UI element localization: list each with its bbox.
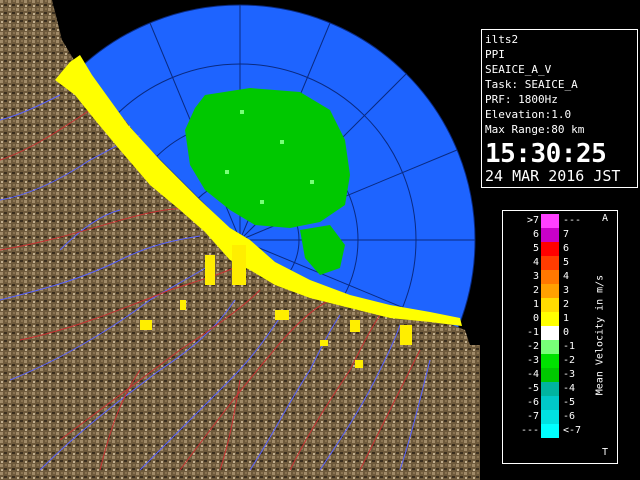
legend-row-lower-label: 5 xyxy=(532,243,539,254)
legend-color-swatch xyxy=(541,396,559,410)
legend-row-lower-label: 6 xyxy=(532,229,539,240)
legend-row: 56 xyxy=(503,242,617,256)
legend-row-lower-label: 1 xyxy=(532,299,539,310)
legend-row: --- <-7 xyxy=(503,424,617,438)
radar-ppi-display xyxy=(0,0,480,480)
legend-color-swatch xyxy=(541,242,559,256)
info-time: 15:30:25 xyxy=(485,139,607,169)
info-prf: PRF: 1800Hz xyxy=(485,93,558,106)
legend-color-swatch xyxy=(541,256,559,270)
legend-color-swatch xyxy=(541,326,559,340)
legend-row-upper-label: -4 xyxy=(563,383,576,394)
legend-row-upper-label: -5 xyxy=(563,397,576,408)
legend-row-lower-label: -5 xyxy=(526,383,539,394)
legend-row-lower-label: 0 xyxy=(532,313,539,324)
info-max-range: Max Range:80 km xyxy=(485,123,585,136)
info-scan-type: PPI xyxy=(485,48,505,61)
legend-color-swatch xyxy=(541,298,559,312)
legend-row-upper-label: -2 xyxy=(563,355,576,366)
legend-row-lower-label: 4 xyxy=(532,257,539,268)
legend-color-swatch xyxy=(541,270,559,284)
legend-color-swatch xyxy=(541,354,559,368)
legend-color-swatch xyxy=(541,424,559,438)
info-station: ilts2 xyxy=(485,33,519,46)
legend-row: -6 -5 xyxy=(503,396,617,410)
legend-row-lower-label: --- xyxy=(520,425,539,436)
legend-color-swatch xyxy=(541,228,559,242)
legend-color-swatch xyxy=(541,214,559,228)
legend-row-lower-label: -2 xyxy=(526,341,539,352)
legend-row-upper-label: -1 xyxy=(563,341,576,352)
legend-row-lower-label: >7 xyxy=(526,215,539,226)
info-task: Task: SEAICE_A xyxy=(485,78,578,91)
info-elevation: Elevation:1.0 xyxy=(485,108,572,121)
legend-row-upper-label: -6 xyxy=(563,411,576,422)
legend-row: 67 xyxy=(503,228,617,242)
legend-row-upper-label: 6 xyxy=(563,243,570,254)
legend-row-upper-label: 1 xyxy=(563,313,570,324)
legend-row-upper-label: <-7 xyxy=(563,425,582,436)
radar-info-panel: ilts2 PPI SEAICE_A_V Task: SEAICE_A PRF:… xyxy=(481,29,638,188)
radar-map[interactable] xyxy=(0,0,480,480)
legend-row-lower-label: -6 xyxy=(526,397,539,408)
legend-row-lower-label: -4 xyxy=(526,369,539,380)
legend-row-upper-label: 7 xyxy=(563,229,570,240)
legend-color-swatch xyxy=(541,284,559,298)
legend-bottom-marker: T xyxy=(602,447,609,458)
legend-row: 45 xyxy=(503,256,617,270)
velocity-legend: >7 --- 6 7 5 6 4 5 3 4 2 3 1 2 0 1 -1 0 -2 -1 -3 -2 -4 -3 -5 -4 -6… xyxy=(502,210,618,464)
legend-row-upper-label: 3 xyxy=(563,285,570,296)
legend-row: >7 --- xyxy=(503,214,617,228)
legend-color-swatch xyxy=(541,368,559,382)
legend-row: -7 -6 xyxy=(503,410,617,424)
legend-row-upper-label: 5 xyxy=(563,257,570,268)
info-product: SEAICE_A_V xyxy=(485,63,552,76)
legend-color-swatch xyxy=(541,340,559,354)
legend-title: Mean Velocity in m/s xyxy=(594,274,606,396)
legend-color-swatch xyxy=(541,382,559,396)
legend-row-lower-label: -1 xyxy=(526,327,539,338)
legend-row-lower-label: -3 xyxy=(526,355,539,366)
info-date: 24 MAR 2016 JST xyxy=(485,167,621,185)
legend-row-upper-label: -3 xyxy=(563,369,576,380)
legend-row-upper-label: 0 xyxy=(563,327,570,338)
legend-top-marker: A xyxy=(602,213,609,224)
legend-row-upper-label: --- xyxy=(563,215,582,226)
legend-row-lower-label: 3 xyxy=(532,271,539,282)
legend-color-swatch xyxy=(541,410,559,424)
legend-row-upper-label: 2 xyxy=(563,299,570,310)
legend-row-lower-label: 2 xyxy=(532,285,539,296)
legend-row-upper-label: 4 xyxy=(563,271,570,282)
legend-color-swatch xyxy=(541,312,559,326)
legend-row-lower-label: -7 xyxy=(526,411,539,422)
